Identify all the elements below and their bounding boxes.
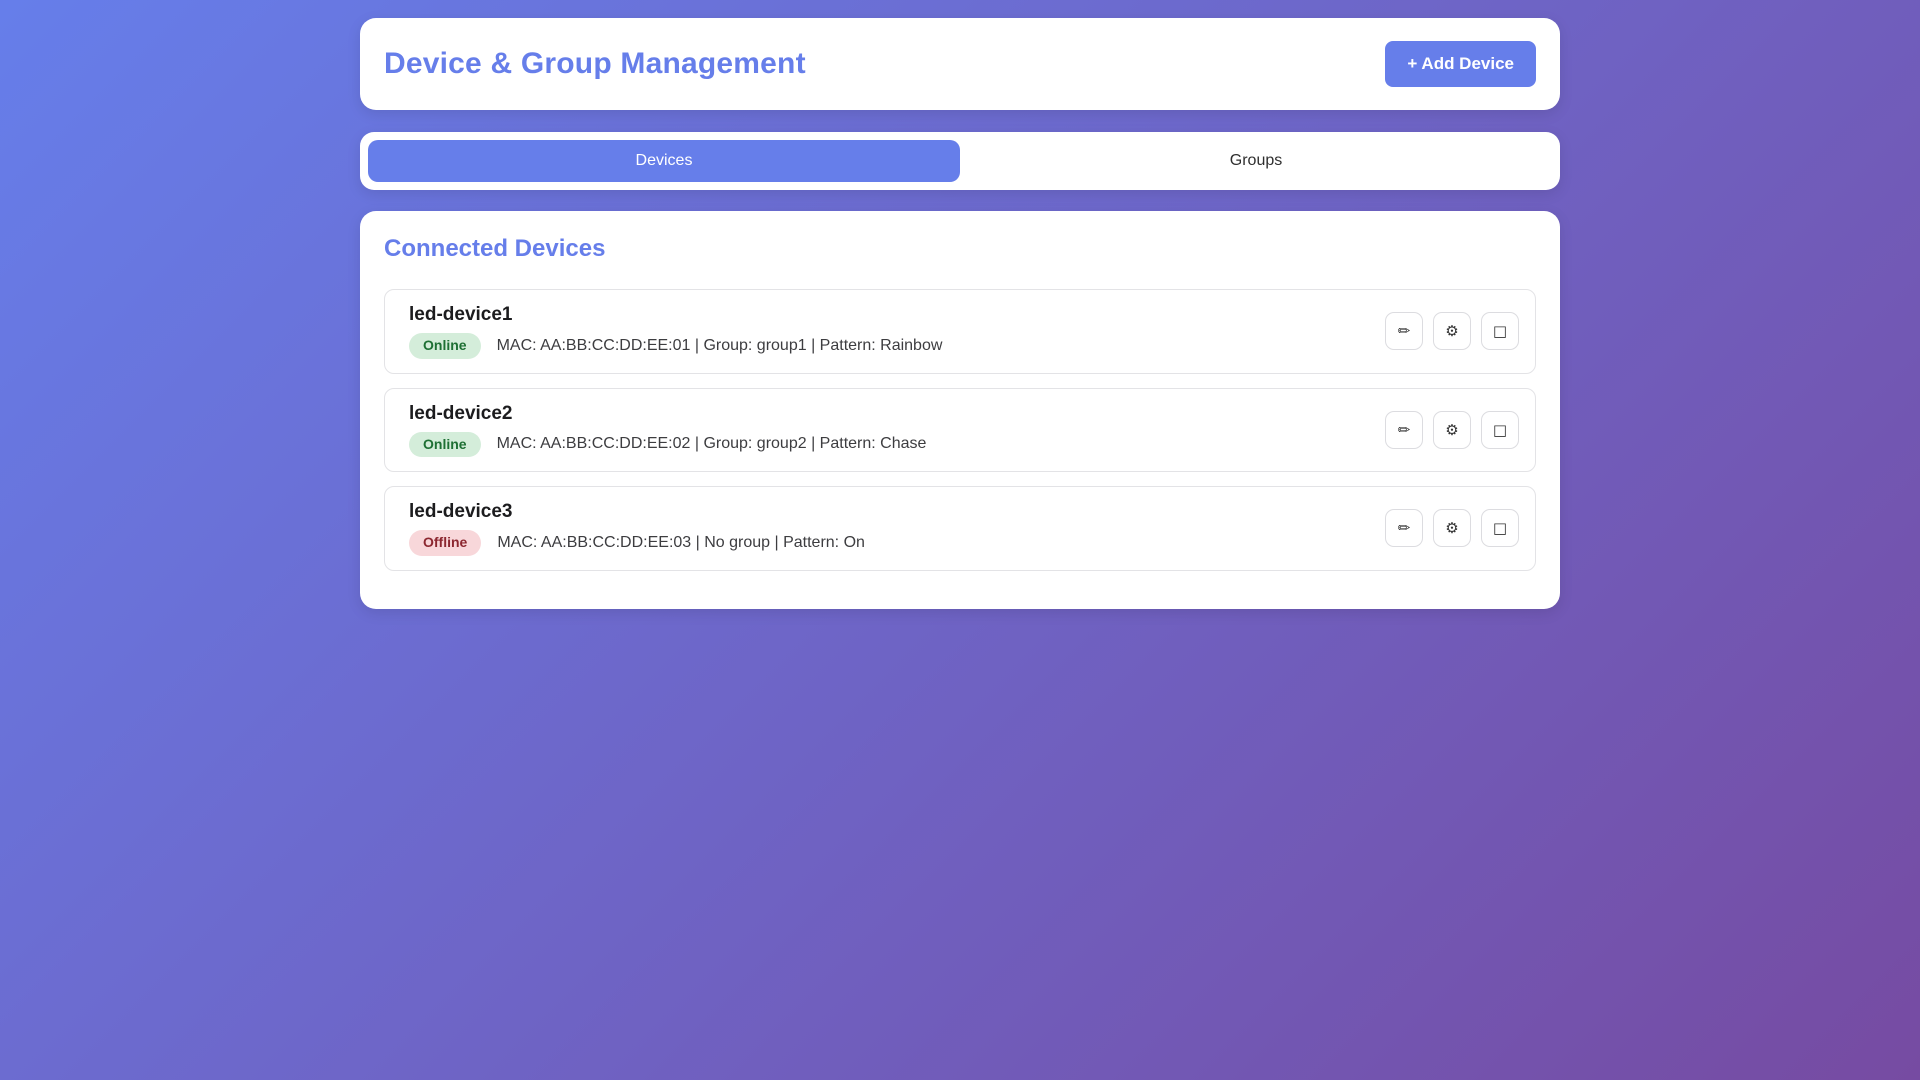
add-device-button[interactable]: + Add Device xyxy=(1385,41,1536,87)
device-info: Offline MAC: AA:BB:CC:DD:EE:03 | No grou… xyxy=(409,530,865,556)
device-details: led-device2 Online MAC: AA:BB:CC:DD:EE:0… xyxy=(409,403,926,458)
tab-groups[interactable]: Groups xyxy=(960,140,1552,182)
device-info: Online MAC: AA:BB:CC:DD:EE:02 | Group: g… xyxy=(409,432,926,458)
device-meta: MAC: AA:BB:CC:DD:EE:03 | No group | Patt… xyxy=(497,534,865,552)
status-badge: Offline xyxy=(409,530,481,556)
stop-button[interactable]: □ xyxy=(1481,312,1519,350)
device-name: led-device3 xyxy=(409,501,865,523)
gear-icon: ⚙ xyxy=(1445,421,1458,439)
pencil-icon: ✏ xyxy=(1398,519,1411,537)
device-meta: MAC: AA:BB:CC:DD:EE:02 | Group: group2 |… xyxy=(497,435,927,453)
stop-button[interactable]: □ xyxy=(1481,509,1519,547)
device-row: led-device1 Online MAC: AA:BB:CC:DD:EE:0… xyxy=(384,289,1536,374)
pencil-icon: ✏ xyxy=(1398,421,1411,439)
connected-devices-card: Connected Devices led-device1 Online MAC… xyxy=(360,211,1560,609)
device-info: Online MAC: AA:BB:CC:DD:EE:01 | Group: g… xyxy=(409,333,942,359)
page-container: Device & Group Management + Add Device D… xyxy=(360,0,1560,609)
settings-button[interactable]: ⚙ xyxy=(1433,312,1471,350)
settings-button[interactable]: ⚙ xyxy=(1433,509,1471,547)
tab-devices[interactable]: Devices xyxy=(368,140,960,182)
section-title: Connected Devices xyxy=(384,235,1536,263)
edit-button[interactable]: ✏ xyxy=(1385,312,1423,350)
device-row: led-device2 Online MAC: AA:BB:CC:DD:EE:0… xyxy=(384,388,1536,473)
edit-button[interactable]: ✏ xyxy=(1385,411,1423,449)
gear-icon: ⚙ xyxy=(1445,519,1458,537)
pencil-icon: ✏ xyxy=(1398,322,1411,340)
header-card: Device & Group Management + Add Device xyxy=(360,18,1560,110)
edit-button[interactable]: ✏ xyxy=(1385,509,1423,547)
tab-bar: Devices Groups xyxy=(360,132,1560,190)
status-badge: Online xyxy=(409,333,481,359)
square-icon: □ xyxy=(1493,322,1507,340)
device-actions: ✏ ⚙ □ xyxy=(1385,312,1519,350)
device-name: led-device1 xyxy=(409,304,942,326)
device-actions: ✏ ⚙ □ xyxy=(1385,509,1519,547)
status-badge: Online xyxy=(409,432,481,458)
device-details: led-device3 Offline MAC: AA:BB:CC:DD:EE:… xyxy=(409,501,865,556)
device-meta: MAC: AA:BB:CC:DD:EE:01 | Group: group1 |… xyxy=(497,337,943,355)
device-name: led-device2 xyxy=(409,403,926,425)
square-icon: □ xyxy=(1493,519,1507,537)
device-row: led-device3 Offline MAC: AA:BB:CC:DD:EE:… xyxy=(384,486,1536,571)
device-list: led-device1 Online MAC: AA:BB:CC:DD:EE:0… xyxy=(384,289,1536,571)
square-icon: □ xyxy=(1493,421,1507,439)
device-details: led-device1 Online MAC: AA:BB:CC:DD:EE:0… xyxy=(409,304,942,359)
device-actions: ✏ ⚙ □ xyxy=(1385,411,1519,449)
stop-button[interactable]: □ xyxy=(1481,411,1519,449)
page-title: Device & Group Management xyxy=(384,47,806,81)
gear-icon: ⚙ xyxy=(1445,322,1458,340)
settings-button[interactable]: ⚙ xyxy=(1433,411,1471,449)
